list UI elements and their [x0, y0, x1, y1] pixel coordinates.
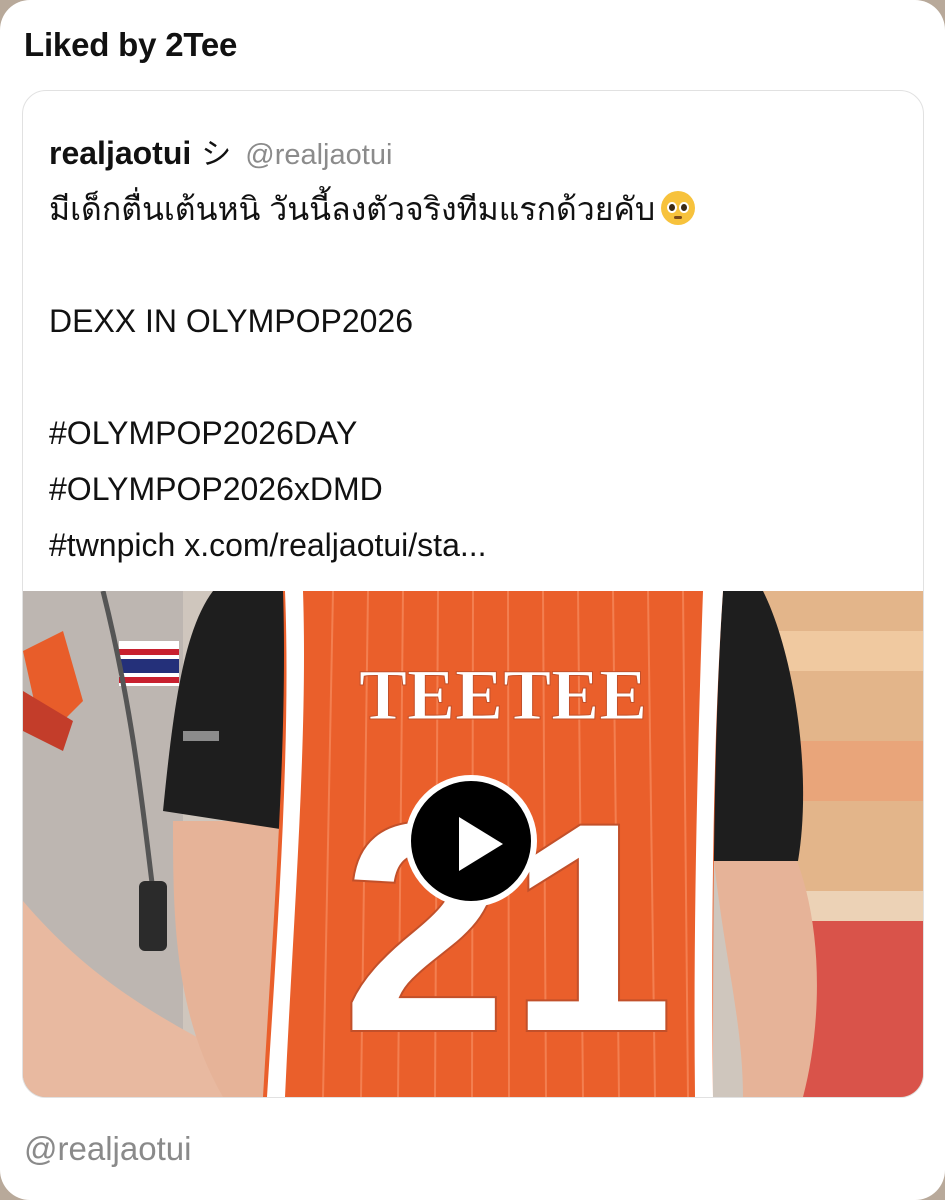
author-name[interactable]: realjaotui: [49, 135, 191, 172]
liked-by-label: Liked by 2Tee: [24, 26, 238, 63]
video-thumbnail[interactable]: TEETEE 21: [23, 591, 923, 1097]
jersey-name-text: TEETEE: [359, 655, 647, 735]
play-button[interactable]: [405, 775, 537, 907]
post-hashtag-and-link[interactable]: #twnpich x.com/realjaotui/sta...: [49, 517, 899, 573]
post-hashtag[interactable]: #OLYMPOP2026DAY: [49, 405, 899, 461]
author-handle[interactable]: @realjaotui: [245, 139, 392, 172]
embedded-post-card[interactable]: realjaotui シ @realjaotui มีเด็กตื่นเต้นห…: [22, 90, 924, 1098]
post-text-line: [49, 237, 899, 293]
post-author-row[interactable]: realjaotui シ @realjaotui: [49, 129, 392, 173]
post-text: มีเด็กตื่นเต้นหนิ วันนี้ลงตัวจริงทีมแรกด…: [49, 181, 899, 573]
post-text-line: [49, 349, 899, 405]
play-icon: [459, 817, 503, 871]
screenshot-frame: Liked by 2Tee realjaotui シ @realjaotui ม…: [0, 0, 945, 1200]
pleading-face-emoji-icon: [661, 191, 696, 225]
author-name-symbol: シ: [201, 138, 232, 171]
post-text-line: มีเด็กตื่นเต้นหนิ วันนี้ลงตัวจริงทีมแรกด…: [49, 181, 899, 237]
footer-handle[interactable]: @realjaotui: [24, 1130, 191, 1168]
post-text-line: DEXX IN OLYMPOP2026: [49, 303, 413, 339]
post-hashtag[interactable]: #OLYMPOP2026xDMD: [49, 461, 899, 517]
